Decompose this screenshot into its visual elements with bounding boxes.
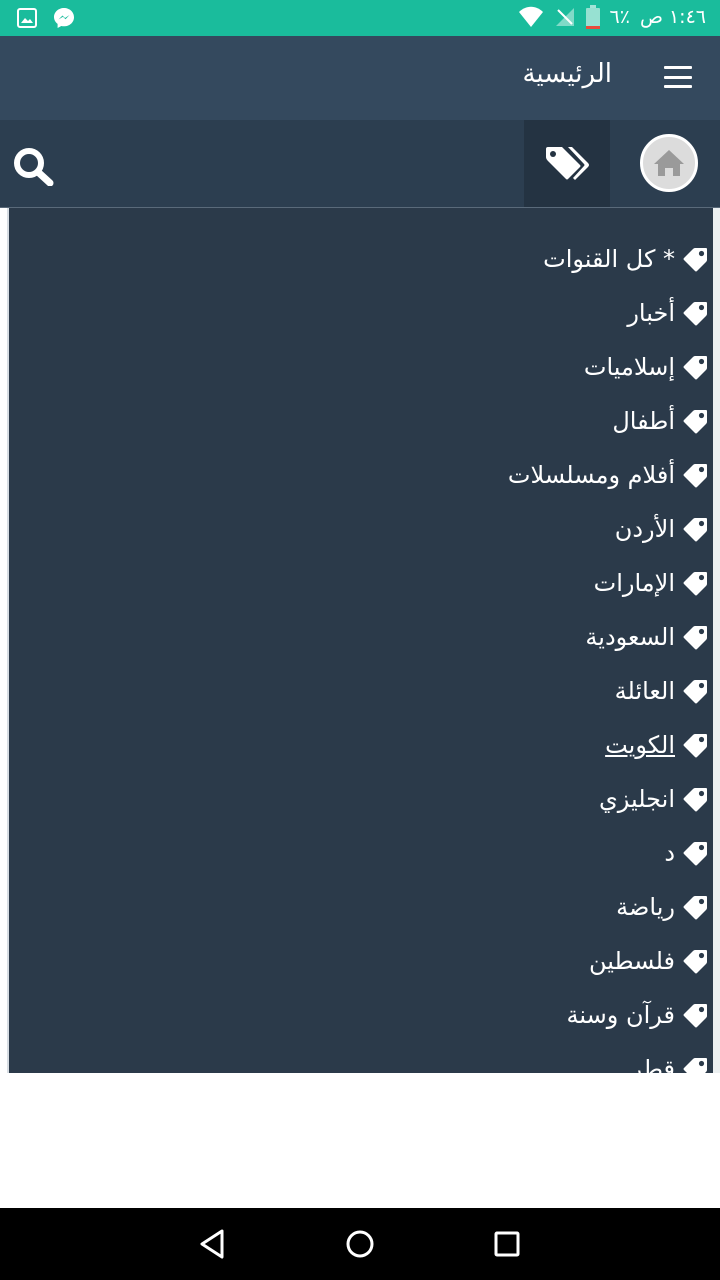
- recents-icon[interactable]: [491, 1228, 523, 1260]
- category-label: رياضة: [616, 893, 675, 921]
- battery-icon: [585, 5, 600, 29]
- home-nav-icon[interactable]: [344, 1228, 376, 1260]
- tag-icon: [683, 734, 707, 758]
- search-icon: [14, 148, 54, 187]
- tag-icon: [683, 950, 707, 974]
- category-item[interactable]: الأردن: [508, 502, 709, 556]
- category-label: إسلاميات: [583, 353, 675, 381]
- category-item[interactable]: انجليزي: [508, 772, 709, 826]
- category-label: قرآن وسنة: [566, 1001, 675, 1029]
- tag-icon: [683, 842, 707, 866]
- home-icon: [654, 150, 684, 176]
- page-title: الرئيسية: [522, 59, 612, 89]
- category-label: أطفال: [612, 407, 675, 435]
- category-label: العائلة: [614, 677, 675, 705]
- tag-icon: [683, 896, 707, 920]
- category-item[interactable]: الكويت: [508, 718, 709, 772]
- category-item[interactable]: قرآن وسنة: [508, 988, 709, 1042]
- tag-icon: [683, 248, 707, 272]
- tag-icon: [683, 410, 707, 434]
- category-item[interactable]: العائلة: [508, 664, 709, 718]
- back-icon[interactable]: [196, 1228, 228, 1260]
- category-item[interactable]: أفلام ومسلسلات: [508, 448, 709, 502]
- category-list-panel: * كل القنوات أخبار إسلاميات أطفال أفلام ومسل…: [7, 208, 713, 1073]
- category-item[interactable]: رياضة: [508, 880, 709, 934]
- toolbar: [0, 120, 720, 208]
- category-item[interactable]: * كل القنوات: [508, 232, 709, 286]
- status-time: ١:٤٦ ص: [639, 6, 706, 28]
- category-label: الإمارات: [593, 569, 675, 597]
- category-label: الأردن: [614, 515, 675, 543]
- category-label: فلسطين: [588, 947, 675, 975]
- search-button[interactable]: [12, 146, 56, 187]
- tag-icon: [683, 1004, 707, 1028]
- category-item[interactable]: أخبار: [508, 286, 709, 340]
- category-item[interactable]: قطر: [508, 1042, 709, 1073]
- tag-icon: [683, 356, 707, 380]
- battery-percent: ٦٪: [609, 6, 630, 28]
- category-label: السعودية: [585, 623, 675, 651]
- messenger-icon: [54, 8, 74, 28]
- category-item[interactable]: أطفال: [508, 394, 709, 448]
- app-bar: الرئيسية: [0, 36, 720, 120]
- home-button[interactable]: [640, 134, 698, 192]
- signal-icon: [555, 8, 574, 26]
- tag-icon: [683, 680, 707, 704]
- category-item[interactable]: فلسطين: [508, 934, 709, 988]
- category-item[interactable]: د: [508, 826, 709, 880]
- scrollbar-track[interactable]: [713, 208, 720, 1073]
- tag-icon: [683, 572, 707, 596]
- tags-icon: [546, 146, 589, 180]
- tag-icon: [683, 788, 707, 812]
- category-item[interactable]: إسلاميات: [508, 340, 709, 394]
- tags-button[interactable]: [524, 120, 610, 207]
- hamburger-icon[interactable]: [664, 66, 692, 88]
- category-list: * كل القنوات أخبار إسلاميات أطفال أفلام ومسل…: [508, 232, 709, 1073]
- category-label: أفلام ومسلسلات: [507, 461, 675, 489]
- category-item[interactable]: السعودية: [508, 610, 709, 664]
- category-label: * كل القنوات: [543, 245, 675, 273]
- tag-icon: [683, 464, 707, 488]
- tag-icon: [683, 302, 707, 326]
- empty-area: [0, 1073, 720, 1208]
- tag-icon: [683, 626, 707, 650]
- system-navigation-bar: [0, 1208, 720, 1280]
- category-item[interactable]: الإمارات: [508, 556, 709, 610]
- category-label: د: [664, 839, 675, 867]
- tag-icon: [683, 1058, 707, 1073]
- category-label: انجليزي: [598, 785, 675, 813]
- gallery-icon: [17, 8, 37, 28]
- wifi-icon: [518, 6, 543, 27]
- tag-icon: [683, 518, 707, 542]
- category-label: قطر: [630, 1055, 675, 1073]
- category-label: الكويت: [605, 731, 675, 759]
- category-label: أخبار: [627, 299, 675, 327]
- status-bar: ٦٪ ١:٤٦ ص: [0, 0, 720, 36]
